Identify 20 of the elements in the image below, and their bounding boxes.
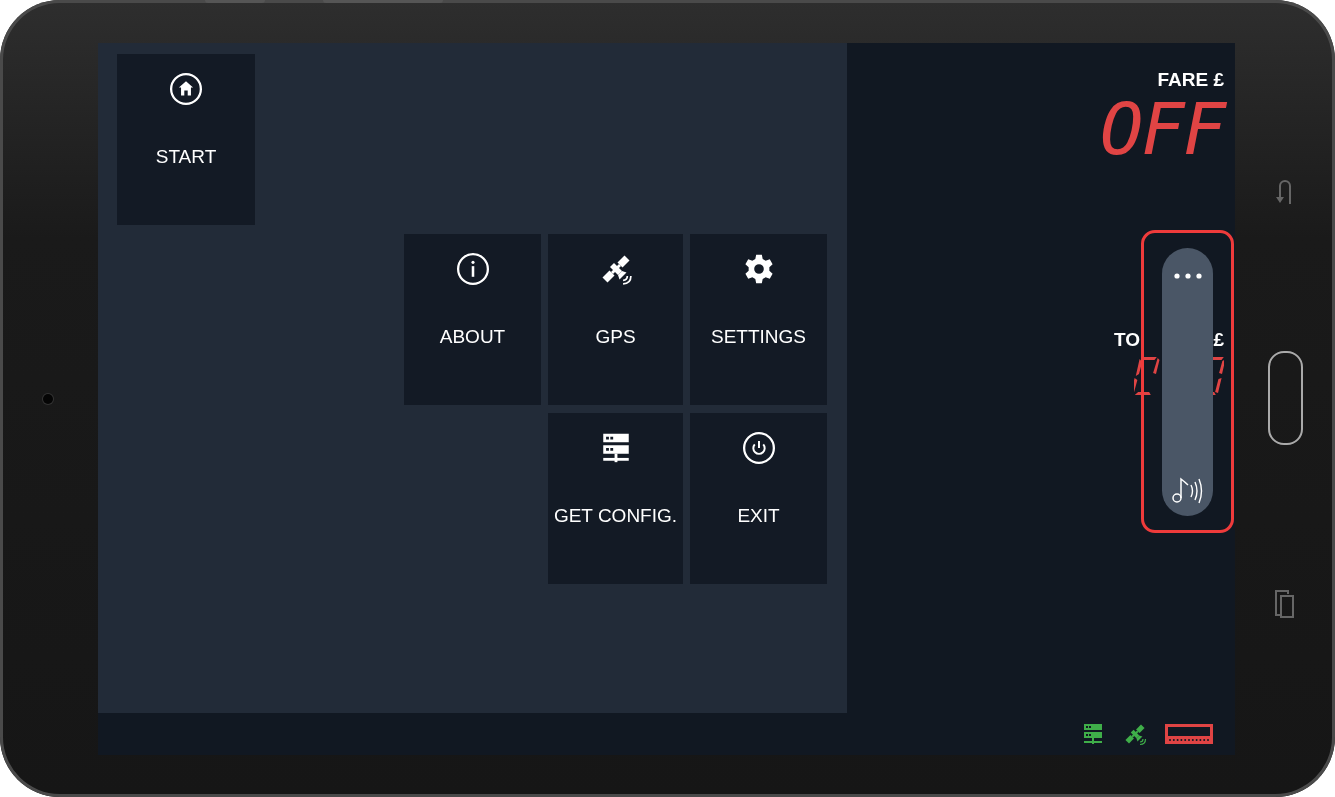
satellite-icon: [1123, 722, 1147, 746]
home-icon: [169, 72, 203, 106]
menu-tile[interactable]: GET CONFIG.: [548, 413, 683, 584]
menu-tile[interactable]: GPS: [548, 234, 683, 405]
menu-tile[interactable]: START: [117, 54, 255, 225]
menu-tile[interactable]: EXIT: [690, 413, 827, 584]
total-label: TO: [1114, 329, 1141, 351]
home-button[interactable]: [1267, 350, 1303, 445]
fare-label: FARE £: [1157, 69, 1224, 91]
info-icon: [455, 252, 490, 286]
recent-apps-icon[interactable]: [1274, 589, 1296, 619]
server-icon: [1081, 722, 1105, 746]
total-label: £: [1213, 329, 1224, 351]
display-icon: [1165, 722, 1213, 746]
camera-dot: [43, 394, 53, 404]
menu-tile[interactable]: SETTINGS: [690, 234, 827, 405]
menu-tile[interactable]: ABOUT: [404, 234, 541, 405]
power-icon: [741, 431, 776, 465]
more-icon[interactable]: [1172, 271, 1203, 280]
music-note-icon[interactable]: [1170, 475, 1205, 504]
